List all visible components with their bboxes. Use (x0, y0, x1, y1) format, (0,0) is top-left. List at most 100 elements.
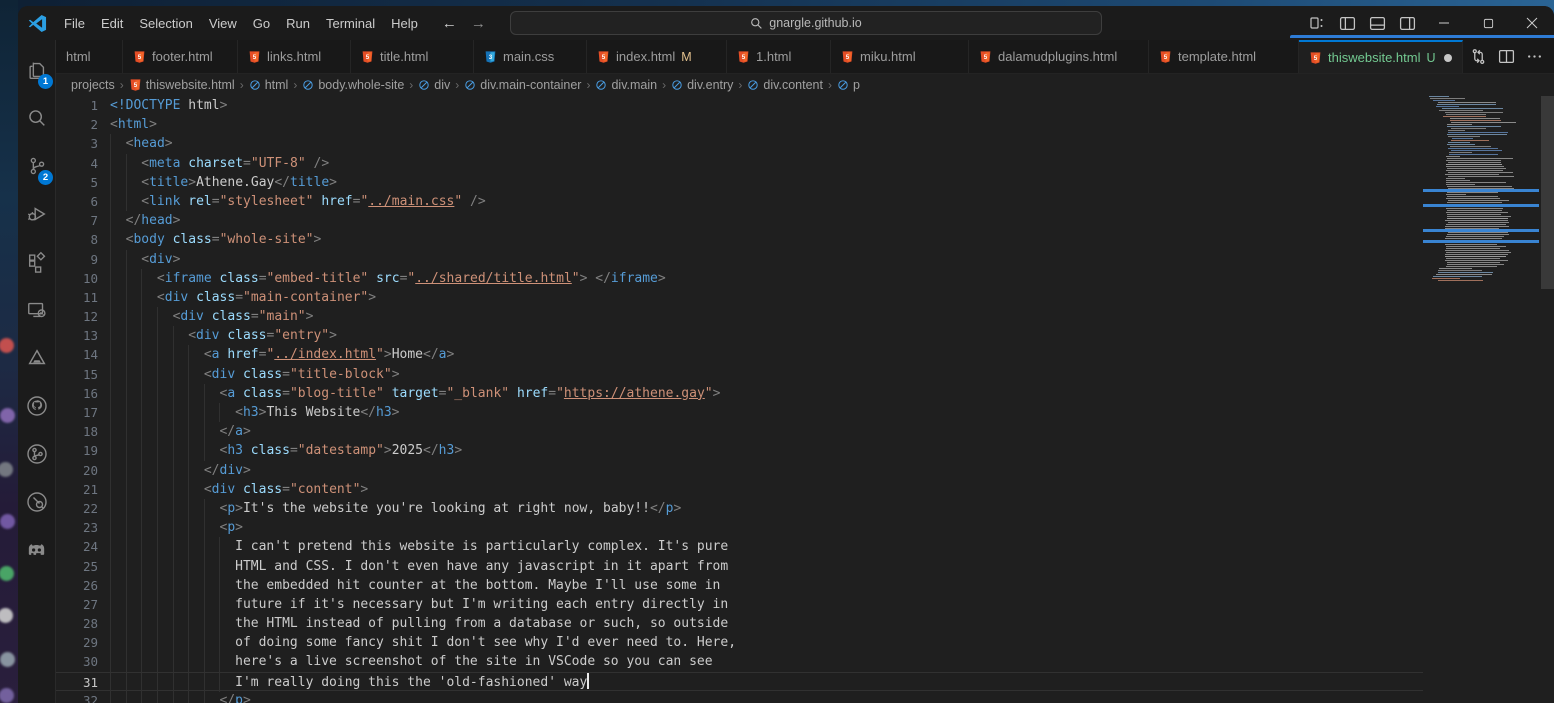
tab-main-css[interactable]: 3main.css (474, 40, 587, 73)
code-line[interactable]: 3<head> (56, 134, 1423, 153)
minimap-line (1445, 238, 1502, 239)
menu-run[interactable]: Run (278, 13, 318, 34)
github-icon[interactable] (18, 382, 55, 430)
code-line[interactable]: 21<div class="content"> (56, 480, 1423, 499)
code-line[interactable]: 26the embedded hit counter at the bottom… (56, 576, 1423, 595)
code-line[interactable]: 2<html> (56, 115, 1423, 134)
breadcrumb-item[interactable]: 5thiswebsite.html (129, 78, 235, 92)
code-line[interactable]: 8<body class="whole-site"> (56, 230, 1423, 249)
editor-scrollbar[interactable] (1539, 96, 1554, 703)
code-line[interactable]: 7</head> (56, 211, 1423, 230)
tab-index-html[interactable]: 5index.htmlM (587, 40, 727, 73)
forward-icon[interactable]: → (471, 15, 486, 32)
tab-thiswebsite-html[interactable]: 5thiswebsite.htmlU (1299, 40, 1463, 73)
godot-icon[interactable] (18, 526, 55, 574)
code-line[interactable]: 1<!DOCTYPE html> (56, 96, 1423, 115)
indent-guide (204, 422, 220, 441)
code-line[interactable]: 14<a href="../index.html">Home</a> (56, 345, 1423, 364)
code-area[interactable]: 1<!DOCTYPE html>2<html>3<head>4<meta cha… (56, 96, 1423, 703)
breadcrumb-item[interactable]: html (249, 78, 289, 92)
code-line[interactable]: 22<p>It's the website you're looking at … (56, 499, 1423, 518)
menu-selection[interactable]: Selection (131, 13, 200, 34)
code-line[interactable]: 29of doing some fancy shit I don't see w… (56, 633, 1423, 652)
tab-1-html[interactable]: 51.html (727, 40, 831, 73)
menu-terminal[interactable]: Terminal (318, 13, 383, 34)
code-line[interactable]: 24I can't pretend this website is partic… (56, 537, 1423, 556)
tab-title-html[interactable]: 5title.html (351, 40, 474, 73)
more-actions-icon[interactable] (1520, 43, 1548, 71)
code-line[interactable]: 10<iframe class="embed-title" src="../sh… (56, 269, 1423, 288)
code-line[interactable]: 15<div class="title-block"> (56, 365, 1423, 384)
menu-edit[interactable]: Edit (93, 13, 131, 34)
minimap-line (1436, 106, 1459, 107)
code-line[interactable]: 18</a> (56, 422, 1423, 441)
code-line[interactable]: 23<p> (56, 518, 1423, 537)
code-line[interactable]: 13<div class="entry"> (56, 326, 1423, 345)
code-line[interactable]: 25HTML and CSS. I don't even have any ja… (56, 557, 1423, 576)
git-search-icon[interactable] (18, 478, 55, 526)
toggle-secondary-sidebar-icon[interactable] (1392, 8, 1422, 38)
dirty-indicator-dot[interactable] (1444, 54, 1452, 62)
menu-help[interactable]: Help (383, 13, 426, 34)
tab-template-html[interactable]: 5template.html (1149, 40, 1299, 73)
indent-guide (188, 518, 204, 537)
remote-explorer-icon[interactable] (18, 286, 55, 334)
menu-go[interactable]: Go (245, 13, 278, 34)
compare-changes-icon[interactable] (1464, 43, 1492, 71)
code-line[interactable]: 9<div> (56, 250, 1423, 269)
code-line[interactable]: 11<div class="main-container"> (56, 288, 1423, 307)
tab-footer-html[interactable]: 5footer.html (123, 40, 238, 73)
breadcrumb-item[interactable]: div.main (595, 78, 657, 92)
breadcrumb-item[interactable]: div (418, 78, 450, 92)
code-line[interactable]: 17<h3>This Website</h3> (56, 403, 1423, 422)
search-icon[interactable] (18, 94, 55, 142)
toggle-primary-sidebar-icon[interactable] (1332, 8, 1362, 38)
code-line[interactable]: 28the HTML instead of pulling from a dat… (56, 614, 1423, 633)
code-line[interactable]: 19<h3 class="datestamp">2025</h3> (56, 441, 1423, 460)
run-debug-icon[interactable] (18, 190, 55, 238)
command-center-search[interactable]: gnargle.github.io (510, 11, 1102, 35)
source-control-icon[interactable]: 2 (18, 142, 55, 190)
customize-layout-icon[interactable] (1302, 8, 1332, 38)
indent-guide (157, 595, 173, 614)
code-line[interactable]: 12<div class="main"> (56, 307, 1423, 326)
code-line[interactable]: 16<a class="blog-title" target="_blank" … (56, 384, 1423, 403)
tab-html[interactable]: html (56, 40, 123, 73)
code-line[interactable]: 4<meta charset="UTF-8" /> (56, 154, 1423, 173)
tab-dalamudplugins-html[interactable]: 5dalamudplugins.html (969, 40, 1149, 73)
code-line[interactable]: 27future if it's necessary but I'm writi… (56, 595, 1423, 614)
minimap-line (1447, 192, 1497, 193)
indent-guide (173, 422, 189, 441)
code-text: </p> (110, 691, 1423, 703)
toggle-panel-icon[interactable] (1362, 8, 1392, 38)
code-line[interactable]: 30here's a live screenshot of the site i… (56, 652, 1423, 671)
menu-view[interactable]: View (201, 13, 245, 34)
breadcrumb-item[interactable]: body.whole-site (302, 78, 404, 92)
tab-links-html[interactable]: 5links.html (238, 40, 351, 73)
explorer-icon[interactable]: 1 (18, 46, 55, 94)
gitlens-icon[interactable] (18, 430, 55, 478)
minimap-highlight (1423, 189, 1539, 192)
code-line[interactable]: 32</p> (56, 691, 1423, 703)
menu-file[interactable]: File (56, 13, 93, 34)
minimap[interactable] (1423, 96, 1539, 703)
code-line[interactable]: 6<link rel="stylesheet" href="../main.cs… (56, 192, 1423, 211)
scrollbar-slider[interactable] (1541, 96, 1554, 289)
back-icon[interactable]: ← (442, 15, 457, 32)
code-line[interactable]: 31I'm really doing this the 'old-fashion… (56, 672, 1423, 691)
breadcrumb-item[interactable]: div.content (747, 78, 823, 92)
breadcrumb-item[interactable]: div.entry (671, 78, 733, 92)
breadcrumb-item[interactable]: projects (71, 78, 115, 92)
split-editor-icon[interactable] (1492, 43, 1520, 71)
breadcrumb-item[interactable]: div.main-container (464, 78, 581, 92)
code-line[interactable]: 5<title>Athene.Gay</title> (56, 173, 1423, 192)
breadcrumb-item[interactable]: p (837, 78, 860, 92)
code-line[interactable]: 20</div> (56, 461, 1423, 480)
extensions-icon[interactable] (18, 238, 55, 286)
chevron-right-icon: › (586, 78, 590, 92)
triangle-a-extension-icon[interactable] (18, 334, 55, 382)
tab-miku-html[interactable]: 5miku.html (831, 40, 969, 73)
indent-guide (188, 595, 204, 614)
indent-guide (219, 537, 235, 556)
line-number: 18 (56, 422, 98, 441)
